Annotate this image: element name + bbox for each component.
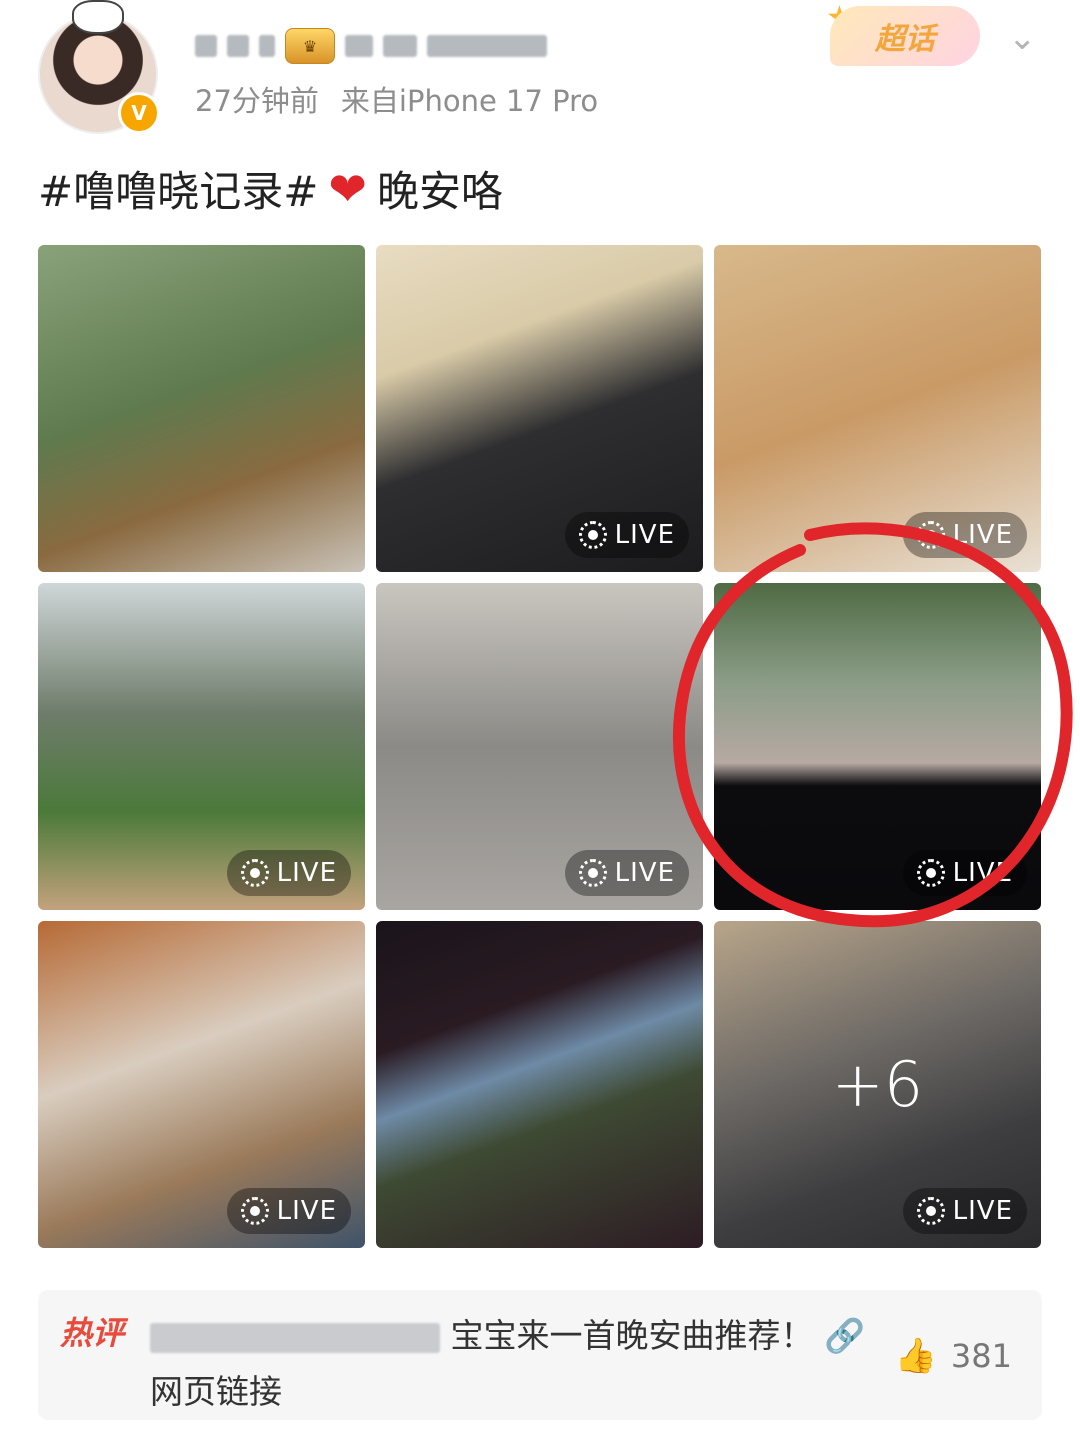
live-badge: LIVE [902, 1188, 1027, 1234]
like-button[interactable]: 👍 381 [895, 1336, 1012, 1376]
photo-tile[interactable] [376, 921, 703, 1248]
comment-text: 宝宝来一首晚安曲推荐！ 🔗 网页链接 [150, 1308, 870, 1420]
chevron-down-icon[interactable]: ⌄ [1008, 18, 1037, 58]
photo-tile[interactable] [38, 245, 365, 572]
live-label: LIVE [276, 858, 337, 888]
photo-tile[interactable]: LIVE [714, 583, 1041, 910]
live-badge: LIVE [902, 512, 1027, 558]
web-link[interactable]: 网页链接 [150, 1372, 282, 1411]
live-label: LIVE [614, 520, 675, 550]
verified-badge-icon: V [118, 92, 160, 134]
live-photo-icon [240, 1197, 269, 1225]
live-badge: LIVE [564, 850, 689, 896]
heart-icon: ❤ [328, 161, 367, 216]
live-photo-icon [916, 521, 945, 549]
post-header: V ♛ 27分钟前 来自iPhone 17 Pro ★ 超话 ⌄ [0, 0, 1080, 140]
photo-tile[interactable]: LIVE [376, 245, 703, 572]
live-photo-icon [578, 521, 607, 549]
chaohua-label: 超话 [875, 22, 935, 57]
post-body: 晚安咯 [376, 167, 503, 216]
live-label: LIVE [614, 858, 675, 888]
live-photo-icon [578, 859, 607, 887]
photo-tile[interactable]: LIVE [376, 583, 703, 910]
photo-tile[interactable]: LIVE [714, 245, 1041, 572]
hot-comment-tag: 热评 [60, 1314, 125, 1352]
hot-comment[interactable]: 热评 宝宝来一首晚安曲推荐！ 🔗 网页链接 👍 381 [38, 1290, 1042, 1420]
post-text: #噜噜晓记录# ❤ 晚安咯 [38, 158, 503, 219]
avatar-cat-icon [72, 0, 124, 34]
username-blurred [195, 35, 217, 57]
live-photo-icon [240, 859, 269, 887]
username-blurred [427, 35, 547, 57]
commenter-name-blurred [150, 1322, 440, 1353]
live-photo-icon [916, 1197, 945, 1225]
live-badge: LIVE [226, 850, 351, 896]
live-badge: LIVE [902, 850, 1027, 896]
link-icon: 🔗 [824, 1316, 866, 1355]
comment-body: 宝宝来一首晚安曲推荐！ [450, 1316, 814, 1355]
username-blurred [345, 35, 373, 57]
post-source: 来自iPhone 17 Pro [340, 84, 599, 118]
post-topic-tag[interactable]: #噜噜晓记录# [38, 158, 318, 219]
photo-tile[interactable]: +6 LIVE [714, 921, 1041, 1248]
live-photo-icon [916, 859, 945, 887]
post-meta: 27分钟前 来自iPhone 17 Pro [195, 78, 598, 120]
thumbs-up-icon: 👍 [894, 1336, 937, 1376]
like-count: 381 [950, 1337, 1012, 1375]
username-blurred [259, 35, 275, 57]
image-grid: LIVE LIVE LIVE LIVE LIVE LIVE +6 LIVE [38, 245, 1042, 1249]
username-row[interactable]: ♛ [195, 26, 547, 66]
vip-crown-icon: ♛ [285, 28, 335, 64]
live-label: LIVE [952, 858, 1013, 888]
chaohua-button[interactable]: 超话 [830, 6, 980, 66]
live-badge: LIVE [564, 512, 689, 558]
post-time: 27分钟前 [195, 84, 319, 118]
photo-tile[interactable]: LIVE [38, 921, 365, 1248]
username-blurred [383, 35, 417, 57]
live-label: LIVE [952, 520, 1013, 550]
live-label: LIVE [952, 1196, 1013, 1226]
live-label: LIVE [276, 1196, 337, 1226]
photo-tile[interactable]: LIVE [38, 583, 365, 910]
live-badge: LIVE [226, 1188, 351, 1234]
username-blurred [227, 35, 249, 57]
